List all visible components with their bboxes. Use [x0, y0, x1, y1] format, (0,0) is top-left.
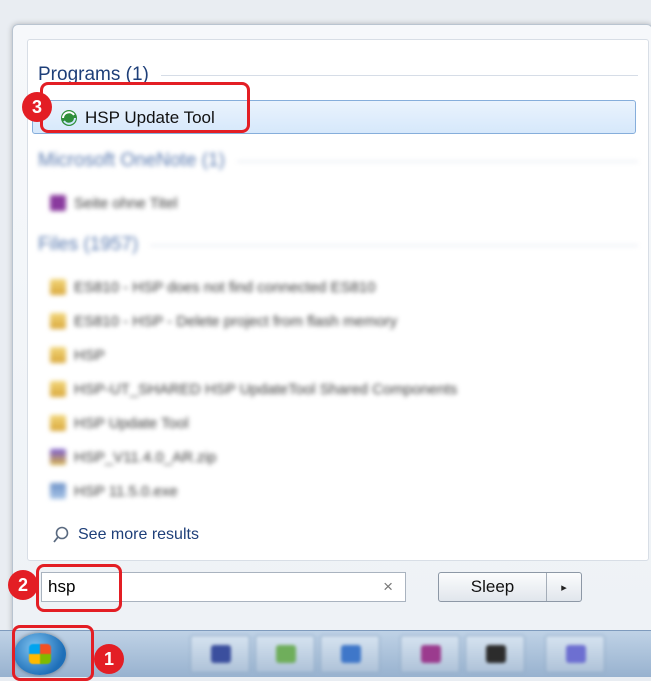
callout-badge-1: 1	[94, 644, 124, 674]
zip-icon	[50, 449, 66, 465]
callout-frame-search	[36, 564, 122, 612]
taskbar-app-button[interactable]	[545, 635, 605, 673]
callout-frame-start	[12, 625, 94, 681]
power-buttons: Sleep ▸	[438, 572, 582, 602]
callout-frame-program	[40, 82, 250, 133]
file-result-item[interactable]: ES810 - HSP - Delete project from flash …	[50, 306, 397, 336]
onenote-header: Microsoft OneNote (1)	[38, 150, 638, 172]
taskbar-app-button[interactable]	[255, 635, 315, 673]
exe-icon	[50, 483, 66, 499]
folder-icon	[50, 415, 66, 431]
taskbar-app-button[interactable]	[400, 635, 460, 673]
folder-icon	[50, 347, 66, 363]
callout-badge-2: 2	[8, 570, 38, 600]
file-result-item[interactable]: HSP	[50, 340, 105, 370]
taskbar-app-button[interactable]	[190, 635, 250, 673]
file-result-item[interactable]: HSP-UT_SHARED HSP UpdateTool Shared Comp…	[50, 374, 457, 404]
sleep-button[interactable]: Sleep	[439, 573, 546, 601]
taskbar-app-button[interactable]	[320, 635, 380, 673]
file-result-item[interactable]: ES810 - HSP does not find connected ES81…	[50, 272, 376, 302]
folder-icon	[50, 279, 66, 295]
onenote-page-icon	[50, 195, 66, 211]
power-options-arrow-icon[interactable]: ▸	[546, 573, 581, 601]
file-result-item[interactable]: HSP_V11.4.0_AR.zip	[50, 442, 216, 472]
folder-icon	[50, 313, 66, 329]
onenote-result-item[interactable]: Seite ohne Titel	[50, 188, 177, 218]
search-icon	[53, 526, 69, 543]
file-result-item[interactable]: HSP Update Tool	[50, 408, 189, 438]
folder-icon	[50, 381, 66, 397]
callout-badge-3: 3	[22, 92, 52, 122]
taskbar-app-button[interactable]	[465, 635, 525, 673]
see-more-results-link[interactable]: See more results	[52, 526, 199, 544]
file-result-item[interactable]: HSP 11.5.0.exe	[50, 476, 178, 506]
clear-search-icon[interactable]: ×	[383, 577, 393, 597]
files-header: Files (1957)	[38, 234, 638, 256]
